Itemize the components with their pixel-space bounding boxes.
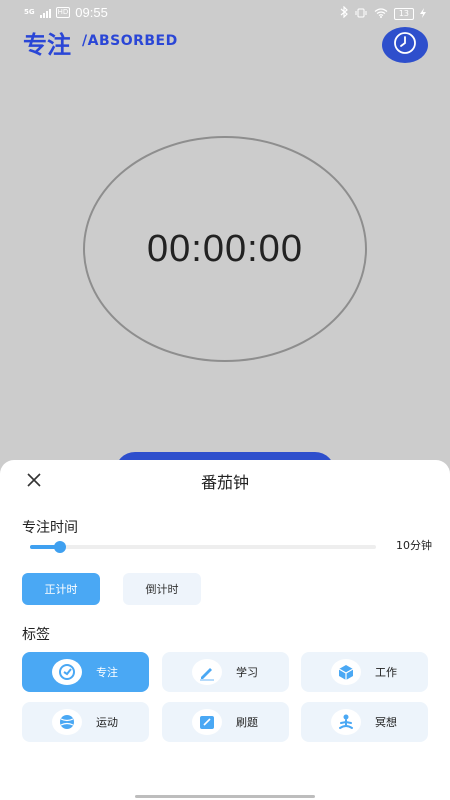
signal-icon: [39, 8, 51, 18]
tag-label: 冥想: [375, 716, 397, 729]
countdown-button[interactable]: 倒计时: [123, 573, 201, 605]
tags-label: 标签: [22, 627, 50, 643]
pen-icon: [192, 659, 222, 685]
home-indicator[interactable]: [135, 795, 315, 798]
timer-display: 00:00:00: [147, 227, 303, 270]
focus-time-value: 10分钟: [396, 539, 432, 552]
close-button[interactable]: [22, 468, 46, 492]
vibrate-icon: [354, 7, 368, 22]
bluetooth-icon: [340, 5, 348, 22]
tag-meditation[interactable]: 冥想: [301, 702, 428, 742]
tag-practice[interactable]: 刷题: [162, 702, 289, 742]
network-type: 5G: [24, 8, 35, 16]
tag-label: 工作: [375, 666, 397, 679]
status-time: 09:55: [75, 5, 108, 20]
close-icon: [27, 468, 41, 492]
app-title: 专注: [23, 31, 71, 59]
history-button[interactable]: [382, 27, 428, 63]
focus-time-slider[interactable]: [30, 541, 376, 553]
hd-badge: HD: [55, 7, 71, 18]
tag-label: 运动: [96, 716, 118, 729]
ball-icon: [52, 709, 82, 735]
battery-icon: 13: [393, 8, 414, 20]
sheet-title: 番茄钟: [200, 473, 249, 492]
edit-note-icon: [192, 709, 222, 735]
focus-time-label: 专注时间: [22, 520, 78, 536]
pomodoro-sheet: 番茄钟 专注时间 10分钟 正计时 倒计时 标签 专注 学习 工作 运动 刷题 …: [0, 460, 450, 800]
tag-label: 专注: [96, 666, 118, 679]
tag-focus[interactable]: 专注: [22, 652, 149, 692]
tag-label: 刷题: [236, 716, 258, 729]
tag-work[interactable]: 工作: [301, 652, 428, 692]
charging-icon: [420, 7, 426, 22]
count-up-button[interactable]: 正计时: [22, 573, 100, 605]
timer-ring: 00:00:00: [83, 136, 367, 362]
tag-label: 学习: [236, 666, 258, 679]
wifi-icon: [374, 7, 388, 22]
tag-study[interactable]: 学习: [162, 652, 289, 692]
focus-target-icon: [52, 659, 82, 685]
clock-icon: [392, 30, 418, 60]
box-icon: [331, 659, 361, 685]
app-subtitle: /ABSORBED: [82, 33, 178, 49]
meditation-icon: [331, 709, 361, 735]
status-bar: 5G HD 09:55 13: [0, 0, 450, 26]
slider-thumb[interactable]: [54, 541, 66, 553]
tag-sport[interactable]: 运动: [22, 702, 149, 742]
